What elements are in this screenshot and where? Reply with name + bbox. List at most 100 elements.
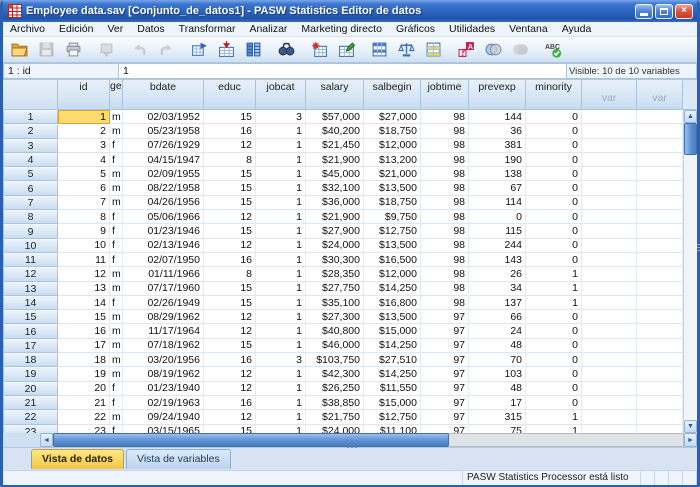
cell-educ-row5[interactable]: 15 — [204, 167, 256, 181]
cell-id-row16[interactable]: 16 — [58, 324, 110, 338]
column-header-id[interactable]: id — [58, 80, 110, 110]
cell-gender-row16[interactable]: m — [110, 324, 123, 338]
cell-bdate-row7[interactable]: 04/26/1956 — [123, 196, 204, 210]
cell-var-row2[interactable] — [582, 124, 637, 138]
scroll-up-arrow-icon[interactable]: ▲ — [684, 110, 697, 123]
cell-var-row5[interactable] — [637, 167, 683, 181]
cell-jobtime-row12[interactable]: 98 — [421, 267, 469, 281]
cell-salbegin-row4[interactable]: $13,200 — [364, 153, 421, 167]
menu-transformar[interactable]: Transformar — [172, 23, 243, 35]
row-header-2[interactable]: 2 — [3, 124, 58, 138]
cell-salbegin-row5[interactable]: $21,000 — [364, 167, 421, 181]
cell-salary-row6[interactable]: $32,100 — [306, 181, 364, 195]
menu-ver[interactable]: Ver — [100, 23, 130, 35]
cell-var-row4[interactable] — [637, 153, 683, 167]
cell-minority-row15[interactable]: 0 — [526, 310, 582, 324]
cell-salary-row10[interactable]: $24,000 — [306, 239, 364, 253]
column-header-var[interactable]: var — [637, 80, 683, 110]
cell-prevexp-row9[interactable]: 115 — [469, 224, 526, 238]
cell-salary-row2[interactable]: $40,200 — [306, 124, 364, 138]
close-button[interactable]: × — [675, 4, 693, 19]
column-header-jobcat[interactable]: jobcat — [256, 80, 306, 110]
cell-salary-row5[interactable]: $45,000 — [306, 167, 364, 181]
cell-educ-row12[interactable]: 8 — [204, 267, 256, 281]
cell-educ-row6[interactable]: 15 — [204, 181, 256, 195]
row-header-7[interactable]: 7 — [3, 196, 58, 210]
pane-splitter-grip[interactable] — [347, 446, 357, 448]
cell-educ-row8[interactable]: 12 — [204, 210, 256, 224]
cell-id-row14[interactable]: 14 — [58, 296, 110, 310]
cell-salary-row4[interactable]: $21,900 — [306, 153, 364, 167]
cell-salary-row23[interactable]: $24,000 — [306, 425, 364, 433]
cell-var-row7[interactable] — [637, 196, 683, 210]
cell-jobtime-row9[interactable]: 98 — [421, 224, 469, 238]
cell-var-row17[interactable] — [637, 339, 683, 353]
cell-bdate-row6[interactable]: 08/22/1958 — [123, 181, 204, 195]
cell-salbegin-row10[interactable]: $13,500 — [364, 239, 421, 253]
toolbar-variables-icon[interactable] — [240, 38, 267, 61]
cell-jobtime-row3[interactable]: 98 — [421, 139, 469, 153]
cell-jobcat-row17[interactable]: 1 — [256, 339, 306, 353]
cell-var-row15[interactable] — [582, 310, 637, 324]
cell-var-row19[interactable] — [637, 367, 683, 381]
cell-minority-row10[interactable]: 0 — [526, 239, 582, 253]
cell-salary-row1[interactable]: $57,000 — [306, 110, 364, 124]
cell-salbegin-row3[interactable]: $12,000 — [364, 139, 421, 153]
cell-jobtime-row19[interactable]: 97 — [421, 367, 469, 381]
cell-salary-row8[interactable]: $21,900 — [306, 210, 364, 224]
cell-salary-row20[interactable]: $26,250 — [306, 382, 364, 396]
cell-jobtime-row16[interactable]: 97 — [421, 324, 469, 338]
horizontal-scrollbar[interactable]: ◄ ► — [3, 433, 697, 447]
cell-salbegin-row13[interactable]: $14,250 — [364, 282, 421, 296]
toolbar-use-variable-sets-icon[interactable] — [480, 38, 507, 61]
cell-minority-row21[interactable]: 0 — [526, 396, 582, 410]
cell-salary-row16[interactable]: $40,800 — [306, 324, 364, 338]
column-header-jobtime[interactable]: jobtime — [421, 80, 469, 110]
cell-gender-row9[interactable]: f — [110, 224, 123, 238]
cell-jobcat-row6[interactable]: 1 — [256, 181, 306, 195]
row-header-12[interactable]: 12 — [3, 267, 58, 281]
cell-jobcat-row23[interactable]: 1 — [256, 425, 306, 433]
cell-gender-row19[interactable]: m — [110, 367, 123, 381]
cell-gender-row12[interactable]: m — [110, 267, 123, 281]
row-header-3[interactable]: 3 — [3, 139, 58, 153]
cell-minority-row16[interactable]: 0 — [526, 324, 582, 338]
cell-prevexp-row5[interactable]: 138 — [469, 167, 526, 181]
cell-educ-row18[interactable]: 16 — [204, 353, 256, 367]
cell-jobtime-row10[interactable]: 98 — [421, 239, 469, 253]
cell-gender-row15[interactable]: m — [110, 310, 123, 324]
cell-educ-row20[interactable]: 12 — [204, 382, 256, 396]
cell-id-row18[interactable]: 18 — [58, 353, 110, 367]
cell-id-row15[interactable]: 15 — [58, 310, 110, 324]
menu-graficos[interactable]: Gráficos — [389, 23, 442, 35]
menu-edicion[interactable]: Edición — [52, 23, 100, 35]
grid-corner-cell[interactable] — [3, 80, 58, 110]
cell-jobcat-row3[interactable]: 1 — [256, 139, 306, 153]
scroll-right-arrow-icon[interactable]: ► — [684, 433, 697, 447]
cell-id-row23[interactable]: 23 — [58, 425, 110, 433]
cell-jobcat-row1[interactable]: 3 — [256, 110, 306, 124]
cell-var-row1[interactable] — [582, 110, 637, 124]
cell-bdate-row10[interactable]: 02/13/1946 — [123, 239, 204, 253]
cell-prevexp-row19[interactable]: 103 — [469, 367, 526, 381]
menu-analizar[interactable]: Analizar — [242, 23, 294, 35]
cell-var-row14[interactable] — [582, 296, 637, 310]
cell-jobtime-row18[interactable]: 97 — [421, 353, 469, 367]
cell-prevexp-row23[interactable]: 75 — [469, 425, 526, 433]
cell-var-row12[interactable] — [637, 267, 683, 281]
cell-salbegin-row6[interactable]: $13,500 — [364, 181, 421, 195]
menu-datos[interactable]: Datos — [130, 23, 171, 35]
row-header-23[interactable]: 23 — [3, 425, 58, 433]
cell-jobcat-row4[interactable]: 1 — [256, 153, 306, 167]
cell-var-row8[interactable] — [637, 210, 683, 224]
cell-var-row8[interactable] — [582, 210, 637, 224]
cell-id-row9[interactable]: 9 — [58, 224, 110, 238]
tab-vista-de-variables[interactable]: Vista de variables — [126, 449, 231, 469]
cell-bdate-row17[interactable]: 07/18/1962 — [123, 339, 204, 353]
column-header-gender[interactable]: gender — [110, 80, 123, 110]
row-header-16[interactable]: 16 — [3, 324, 58, 338]
cell-salary-row12[interactable]: $28,350 — [306, 267, 364, 281]
cell-gender-row18[interactable]: m — [110, 353, 123, 367]
cell-jobcat-row7[interactable]: 1 — [256, 196, 306, 210]
menu-ayuda[interactable]: Ayuda — [555, 23, 599, 35]
